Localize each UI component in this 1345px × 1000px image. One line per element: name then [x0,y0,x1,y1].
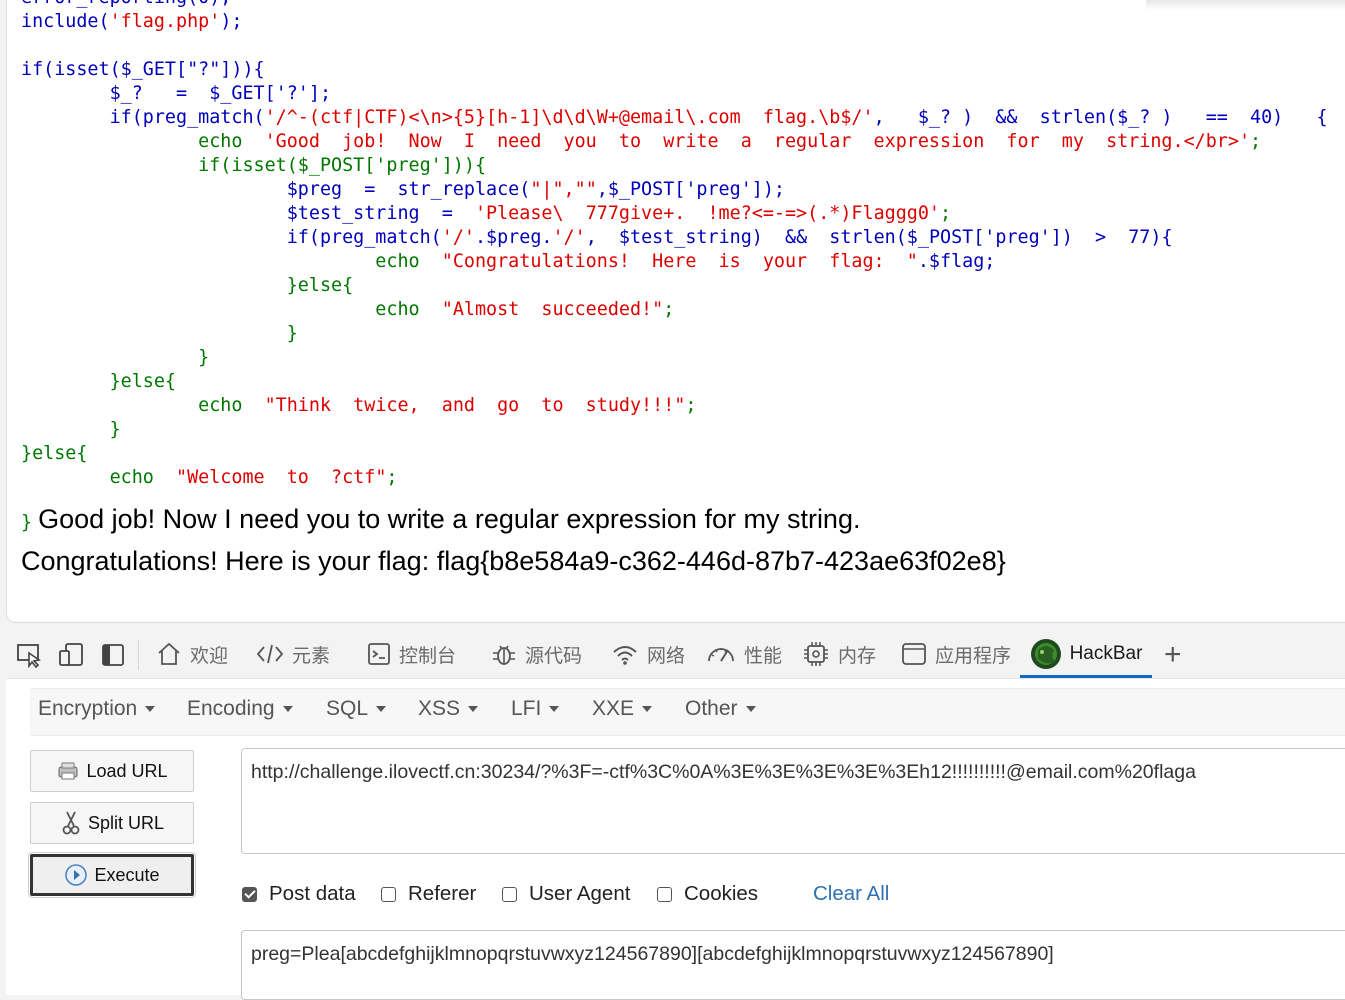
tab-welcome[interactable]: 欢迎 [156,630,228,678]
checkbox-checked-icon[interactable] [242,886,257,902]
menu-xss[interactable]: XSS [418,697,479,721]
tab-hackbar[interactable]: HackBar [1020,630,1152,678]
checkbox-empty-icon[interactable] [657,886,672,902]
page-output: } Good job! Now I need you to write a reg… [21,500,1006,580]
page-viewport: error_reporting(0); include('flag.php');… [6,0,1345,623]
wifi-icon [613,646,637,665]
tab-console[interactable]: 控制台 [367,630,456,678]
code-line-1: error_reporting(0); [21,0,231,8]
code-line-4: $_? = $_GET['?']; [21,83,332,104]
url-textarea[interactable]: http://challenge.ilovectf.cn:30234/?%3F=… [241,748,1345,854]
dock-side-icon[interactable] [100,642,128,668]
clear-all-link[interactable]: Clear All [813,882,889,906]
checkbox-empty-icon[interactable] [502,886,517,902]
play-icon [65,864,88,886]
caret-down-icon [145,706,156,713]
code-line-12: }else{ [21,275,354,296]
caret-down-icon [745,706,756,713]
checkbox-empty-icon[interactable] [381,886,396,902]
console-icon [368,643,390,665]
code-line-5: if(preg_match('/^-(ctf|CTF)<\n>{5}[h-1]\… [21,107,1328,128]
chip-icon [804,642,828,666]
caret-down-icon [468,706,479,713]
app-window-icon [902,643,926,665]
code-line-13: echo "Almost succeeded!"; [21,299,675,320]
bug-icon [493,645,515,665]
code-line-2: include('flag.php'); [21,11,243,32]
tab-elements[interactable]: 元素 [256,630,330,678]
code-line-16: }else{ [21,371,177,392]
code-line-10: if(preg_match('/'.$preg.'/', $test_strin… [21,227,1173,248]
execute-button[interactable]: Execute [28,852,196,898]
tab-network[interactable]: 网络 [611,630,685,678]
code-line-3: if(isset($_GET["?"])){ [21,59,265,80]
menu-lfi[interactable]: LFI [511,697,560,721]
code-line-19: }else{ [21,443,88,464]
menu-other[interactable]: Other [685,697,756,721]
tab-memory[interactable]: 内存 [802,630,876,678]
menu-encryption[interactable]: Encryption [38,697,156,721]
post-body-textarea[interactable]: preg=Plea[abcdefghijklmnopqrstuvwxyz1245… [241,930,1345,1000]
caret-down-icon [282,706,293,713]
menu-sql[interactable]: SQL [326,697,387,721]
output-line-2: Congratulations! Here is your flag: flag… [21,546,1006,576]
code-line-14: } [21,323,298,344]
scissors-icon [62,811,80,835]
inspect-element-icon[interactable] [16,642,44,668]
gauge-icon [708,648,734,662]
menu-xxe[interactable]: XXE [592,697,653,721]
load-url-icon [58,762,78,780]
output-line-1: } Good job! Now I need you to write a reg… [21,504,861,534]
code-line-11: echo "Congratulations! Here is your flag… [21,251,996,272]
user-agent-checkbox[interactable]: User Agent [502,882,630,906]
caret-down-icon [642,706,653,713]
caret-down-icon [549,706,560,713]
code-line-20: echo "Welcome to ?ctf"; [21,467,398,488]
code-brackets-icon [256,644,284,664]
code-line-17: echo "Think twice, and go to study!!!"; [21,395,697,416]
code-line-8: $preg = str_replace("|","",$_POST['preg'… [21,179,785,200]
code-line-15: } [21,347,210,368]
load-url-button[interactable]: Load URL [30,750,194,792]
split-url-button[interactable]: Split URL [30,802,194,844]
hackbar-menu-bar: Encryption Encoding SQL XSS LFI XXE Othe… [30,688,1345,736]
hackbar-logo-icon [1030,639,1061,669]
code-line-9: $test_string = 'Please\ 777give+. !me?<=… [21,203,952,224]
post-data-checkbox[interactable]: Post data [242,882,356,906]
referer-checkbox[interactable]: Referer [381,882,476,906]
tab-performance[interactable]: 性能 [706,630,782,678]
add-tab-icon[interactable]: + [1164,640,1182,670]
code-line-6: echo 'Good job! Now I need you to write … [21,131,1262,152]
devtools-panel: 欢迎 元素 控制台 源代码 网络 性能 内存 应用程序 HackBar + En… [6,630,1345,1000]
device-emulation-icon[interactable] [58,642,86,668]
code-line-7: if(isset($_POST['preg'])){ [21,155,487,176]
cookies-checkbox[interactable]: Cookies [657,882,758,906]
caret-down-icon [376,706,387,713]
code-line-18: } [21,419,121,440]
tab-separator [138,640,139,670]
home-icon [158,642,180,665]
tab-sources[interactable]: 源代码 [491,630,582,678]
menu-encoding[interactable]: Encoding [187,697,293,721]
devtools-tab-bar: 欢迎 元素 控制台 源代码 网络 性能 内存 应用程序 HackBar + [6,630,1345,679]
php-source-code: error_reporting(0); include('flag.php');… [21,0,1328,490]
tab-application[interactable]: 应用程序 [901,630,1011,678]
